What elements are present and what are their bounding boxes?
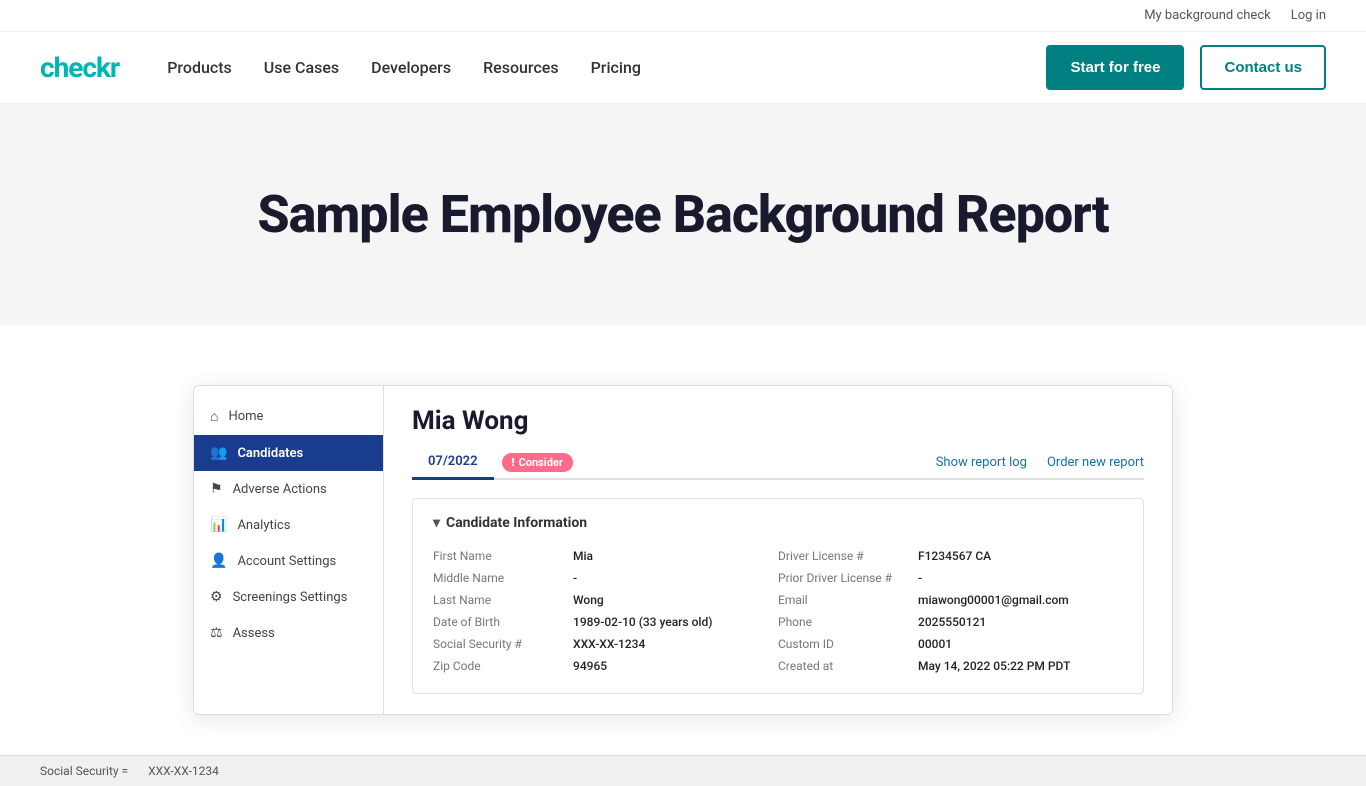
info-row: Prior Driver License #- [778,567,1123,589]
adverse-actions-icon: ⚑ [210,481,223,497]
info-row: Last NameWong [433,589,778,611]
candidate-info-section: Candidate Information First NameMiaMiddl… [412,498,1144,694]
info-label: Prior Driver License # [778,571,918,585]
candidates-icon: 👥 [210,445,227,461]
info-row: Created atMay 14, 2022 05:22 PM PDT [778,655,1123,677]
hero-title: Sample Employee Background Report [40,184,1326,245]
screenings-settings-icon: ⚙ [210,589,223,605]
sidebar-item-label: Account Settings [237,554,336,569]
log-in-link[interactable]: Log in [1291,8,1326,23]
info-label: Zip Code [433,659,573,673]
info-row: Social Security #XXX-XX-1234 [433,633,778,655]
info-label: Middle Name [433,571,573,585]
info-value: Mia [573,549,778,563]
info-row: Date of Birth1989-02-10 (33 years old) [433,611,778,633]
info-row: Zip Code94965 [433,655,778,677]
info-row: Driver License #F1234567 CA [778,545,1123,567]
social-security-label: Social Security = [40,764,128,778]
info-value: Wong [573,593,778,607]
info-value: miawong00001@gmail.com [918,593,1123,607]
show-report-log-link[interactable]: Show report log [936,455,1027,470]
sidebar-item-analytics[interactable]: 📊 Analytics [194,507,383,543]
mock-app: ⌂ Home 👥 Candidates ⚑ Adverse Actions 📊 Analyti… [193,385,1173,715]
info-row: Middle Name- [433,567,778,589]
nav-ctas: Start for free Contact us [1046,45,1326,90]
info-row: Phone2025550121 [778,611,1123,633]
info-value: - [573,571,778,585]
info-value: - [918,571,1123,585]
logo[interactable]: checkr [40,51,119,84]
analytics-icon: 📊 [210,517,227,533]
consider-badge: Consider [502,453,573,472]
sidebar-item-label: Screenings Settings [233,590,348,605]
info-value: 94965 [573,659,778,673]
social-security-value: XXX-XX-1234 [148,764,219,778]
hero-section: Sample Employee Background Report [0,104,1366,325]
nav-link-pricing[interactable]: Pricing [591,58,641,77]
assess-icon: ⚖ [210,625,223,641]
tab-date[interactable]: 07/2022 [412,446,494,480]
sidebar-item-label: Candidates [237,446,303,461]
candidate-info-grid: First NameMiaMiddle Name-Last NameWongDa… [433,545,1123,677]
sidebar-item-label: Home [228,409,263,424]
sidebar-item-home[interactable]: ⌂ Home [194,398,383,435]
order-new-report-link[interactable]: Order new report [1047,455,1144,470]
nav-link-developers[interactable]: Developers [371,58,451,77]
info-left-col: First NameMiaMiddle Name-Last NameWongDa… [433,545,778,677]
report-actions: Show report log Order new report [936,455,1144,470]
info-right-col: Driver License #F1234567 CAPrior Driver … [778,545,1123,677]
info-value: 1989-02-10 (33 years old) [573,615,778,629]
home-icon: ⌂ [210,408,218,425]
nav-link-products[interactable]: Products [167,58,232,77]
contact-us-button[interactable]: Contact us [1200,45,1326,90]
sidebar-item-assess[interactable]: ⚖ Assess [194,615,383,651]
info-label: Phone [778,615,918,629]
info-label: Custom ID [778,637,918,651]
nav-link-resources[interactable]: Resources [483,58,559,77]
candidate-name: Mia Wong [412,406,1144,436]
main-nav: checkr Products Use Cases Developers Resour… [0,32,1366,104]
nav-links: Products Use Cases Developers Resources Pric… [167,58,1046,77]
candidate-info-title: Candidate Information [433,515,1123,531]
account-settings-icon: 👤 [210,553,227,569]
info-value: 00001 [918,637,1123,651]
sidebar-item-label: Assess [233,626,275,641]
info-value: XXX-XX-1234 [573,637,778,651]
bottom-bar: Social Security = XXX-XX-1234 [0,755,1366,786]
start-for-free-button[interactable]: Start for free [1046,45,1184,90]
nav-link-use-cases[interactable]: Use Cases [264,58,339,77]
info-row: First NameMia [433,545,778,567]
main-content: Mia Wong 07/2022 Consider Show report lo… [384,386,1172,714]
demo-section: ⌂ Home 👥 Candidates ⚑ Adverse Actions 📊 Analyti… [0,325,1366,755]
my-background-check-link[interactable]: My background check [1144,8,1271,23]
info-label: First Name [433,549,573,563]
info-label: Created at [778,659,918,673]
info-label: Driver License # [778,549,918,563]
sidebar-item-candidates[interactable]: 👥 Candidates [194,435,383,471]
info-row: Custom ID00001 [778,633,1123,655]
sidebar-item-screenings-settings[interactable]: ⚙ Screenings Settings [194,579,383,615]
top-bar: My background check Log in [0,0,1366,32]
report-tabs: 07/2022 Consider Show report log Order n… [412,446,1144,480]
info-label: Last Name [433,593,573,607]
info-label: Email [778,593,918,607]
sidebar: ⌂ Home 👥 Candidates ⚑ Adverse Actions 📊 Analyti… [194,386,384,714]
sidebar-item-label: Adverse Actions [233,482,327,497]
sidebar-item-account-settings[interactable]: 👤 Account Settings [194,543,383,579]
info-value: F1234567 CA [918,549,1123,563]
sidebar-item-adverse-actions[interactable]: ⚑ Adverse Actions [194,471,383,507]
info-value: 2025550121 [918,615,1123,629]
info-label: Social Security # [433,637,573,651]
sidebar-item-label: Analytics [237,518,290,533]
info-label: Date of Birth [433,615,573,629]
info-value: May 14, 2022 05:22 PM PDT [918,659,1123,673]
info-row: Emailmiawong00001@gmail.com [778,589,1123,611]
